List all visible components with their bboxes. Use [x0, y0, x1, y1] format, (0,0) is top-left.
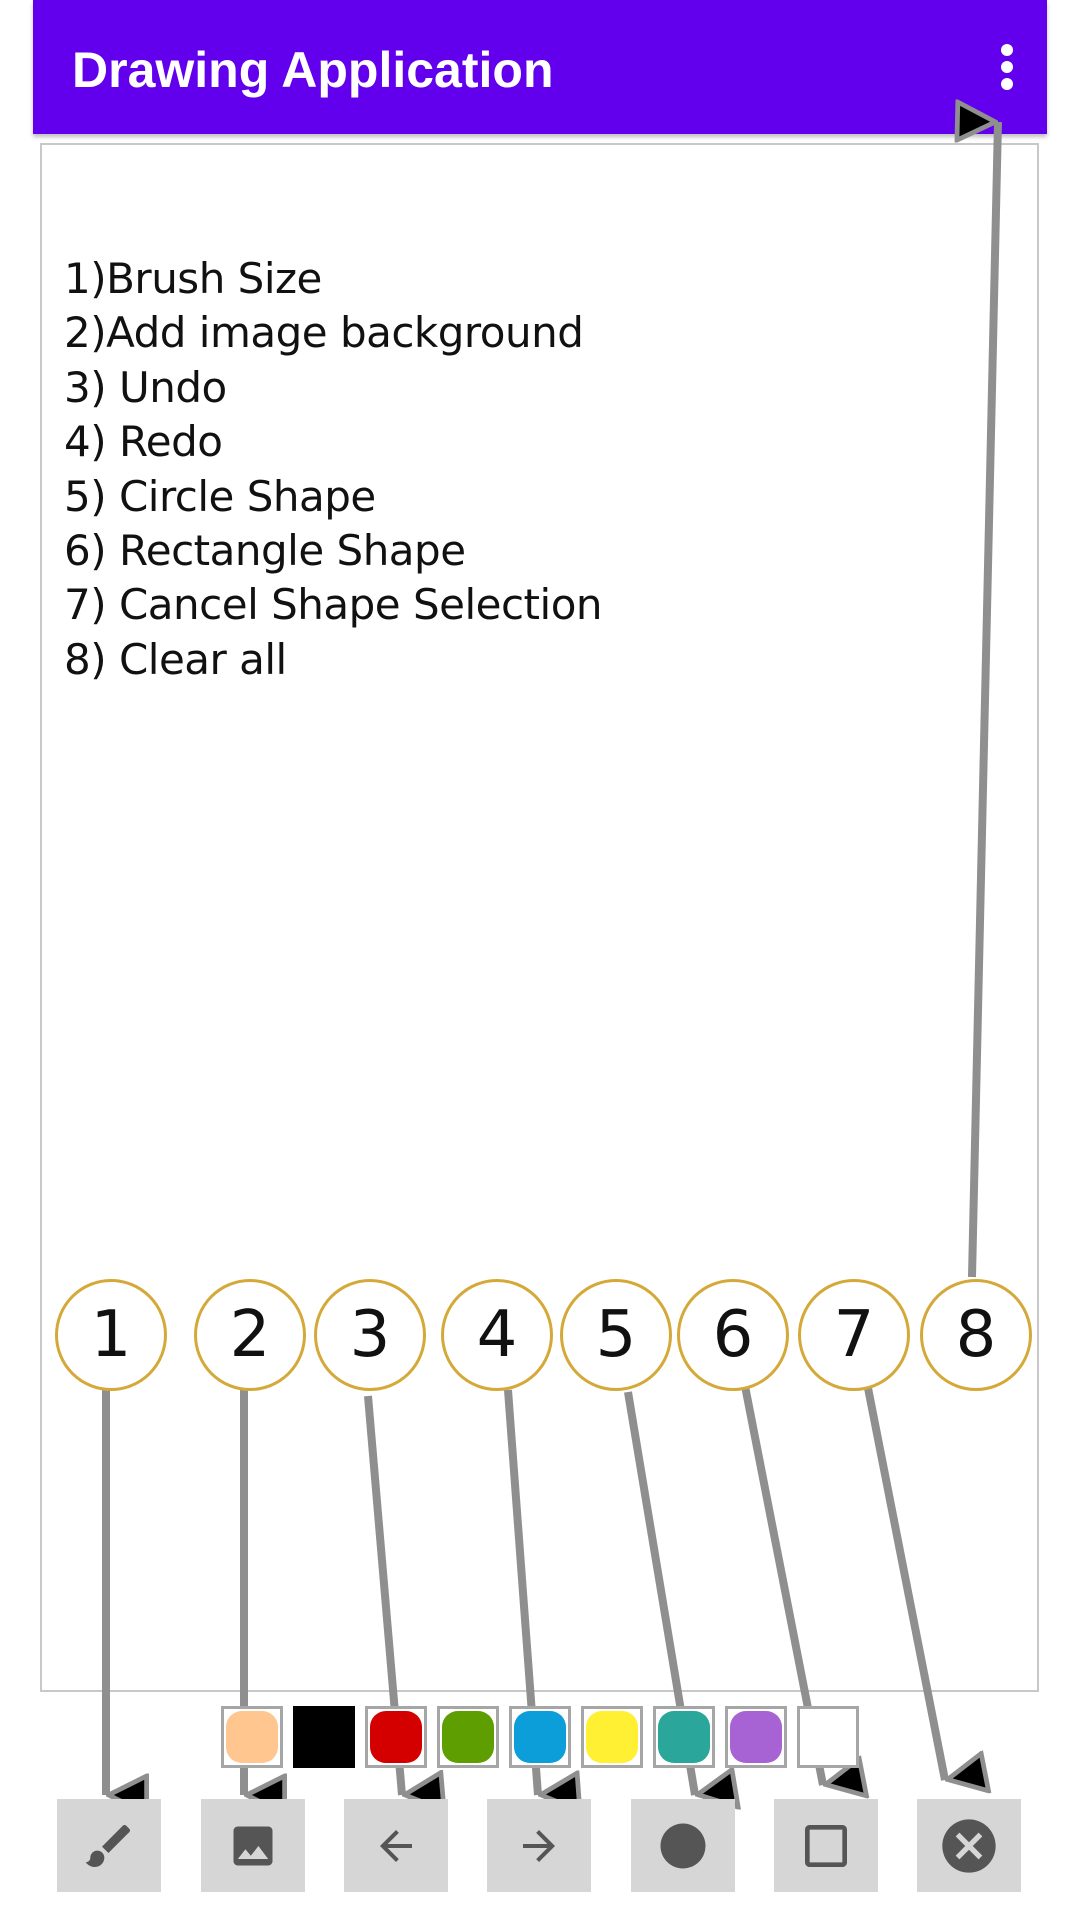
instruction-item: 5) Circle Shape	[64, 471, 376, 521]
redo-button[interactable]	[487, 1799, 591, 1892]
cancel-shape-button[interactable]	[917, 1799, 1021, 1892]
square-outline-icon	[798, 1818, 854, 1874]
color-swatch-black[interactable]	[293, 1706, 355, 1768]
color-swatch-yellow[interactable]	[581, 1706, 643, 1768]
callout-number: 7	[798, 1279, 910, 1391]
callout-numbers: 1 2 3 4 5 6 7 8	[0, 1279, 1080, 1391]
color-swatch-teal[interactable]	[653, 1706, 715, 1768]
instruction-item: 1)Brush Size	[64, 254, 322, 303]
instruction-item: 2)Add image background	[64, 308, 584, 358]
instruction-item: 3) Undo	[64, 362, 227, 412]
callout-number: 2	[194, 1279, 306, 1391]
circle-shape-button[interactable]	[631, 1799, 735, 1892]
circle-icon	[656, 1819, 710, 1873]
arrow-left-icon	[372, 1822, 420, 1870]
rectangle-shape-button[interactable]	[774, 1799, 878, 1892]
instruction-item: 7) Cancel Shape Selection	[64, 580, 603, 630]
callout-number: 4	[441, 1279, 553, 1391]
instruction-item: 8) Clear all	[64, 634, 287, 684]
color-swatch-blue[interactable]	[509, 1706, 571, 1768]
color-swatch-green[interactable]	[437, 1706, 499, 1768]
callout-number: 8	[920, 1279, 1032, 1391]
callout-number: 3	[314, 1279, 426, 1391]
color-swatch-white[interactable]	[797, 1706, 859, 1768]
bottom-toolbar	[0, 1799, 1080, 1893]
undo-button[interactable]	[344, 1799, 448, 1892]
arrow-right-icon	[515, 1822, 563, 1870]
instructions-list: 1)Brush Size 2)Add image background 3) U…	[64, 252, 603, 687]
brush-icon	[81, 1818, 137, 1874]
image-background-button[interactable]	[201, 1799, 305, 1892]
more-vert-icon[interactable]	[983, 36, 1031, 98]
instruction-item: 4) Redo	[64, 417, 223, 467]
callout-number: 5	[560, 1279, 672, 1391]
color-swatch-purple[interactable]	[725, 1706, 787, 1768]
instruction-item: 6) Rectangle Shape	[64, 526, 466, 576]
app-title: Drawing Application	[72, 42, 554, 98]
color-swatch-peach[interactable]	[221, 1706, 283, 1768]
callout-number: 1	[55, 1279, 167, 1391]
callout-number: 6	[677, 1279, 789, 1391]
brush-size-button[interactable]	[57, 1799, 161, 1892]
cancel-circle-icon	[937, 1814, 1001, 1878]
color-swatch-red[interactable]	[365, 1706, 427, 1768]
app-bar: Drawing Application	[33, 0, 1047, 134]
image-icon	[227, 1820, 279, 1872]
